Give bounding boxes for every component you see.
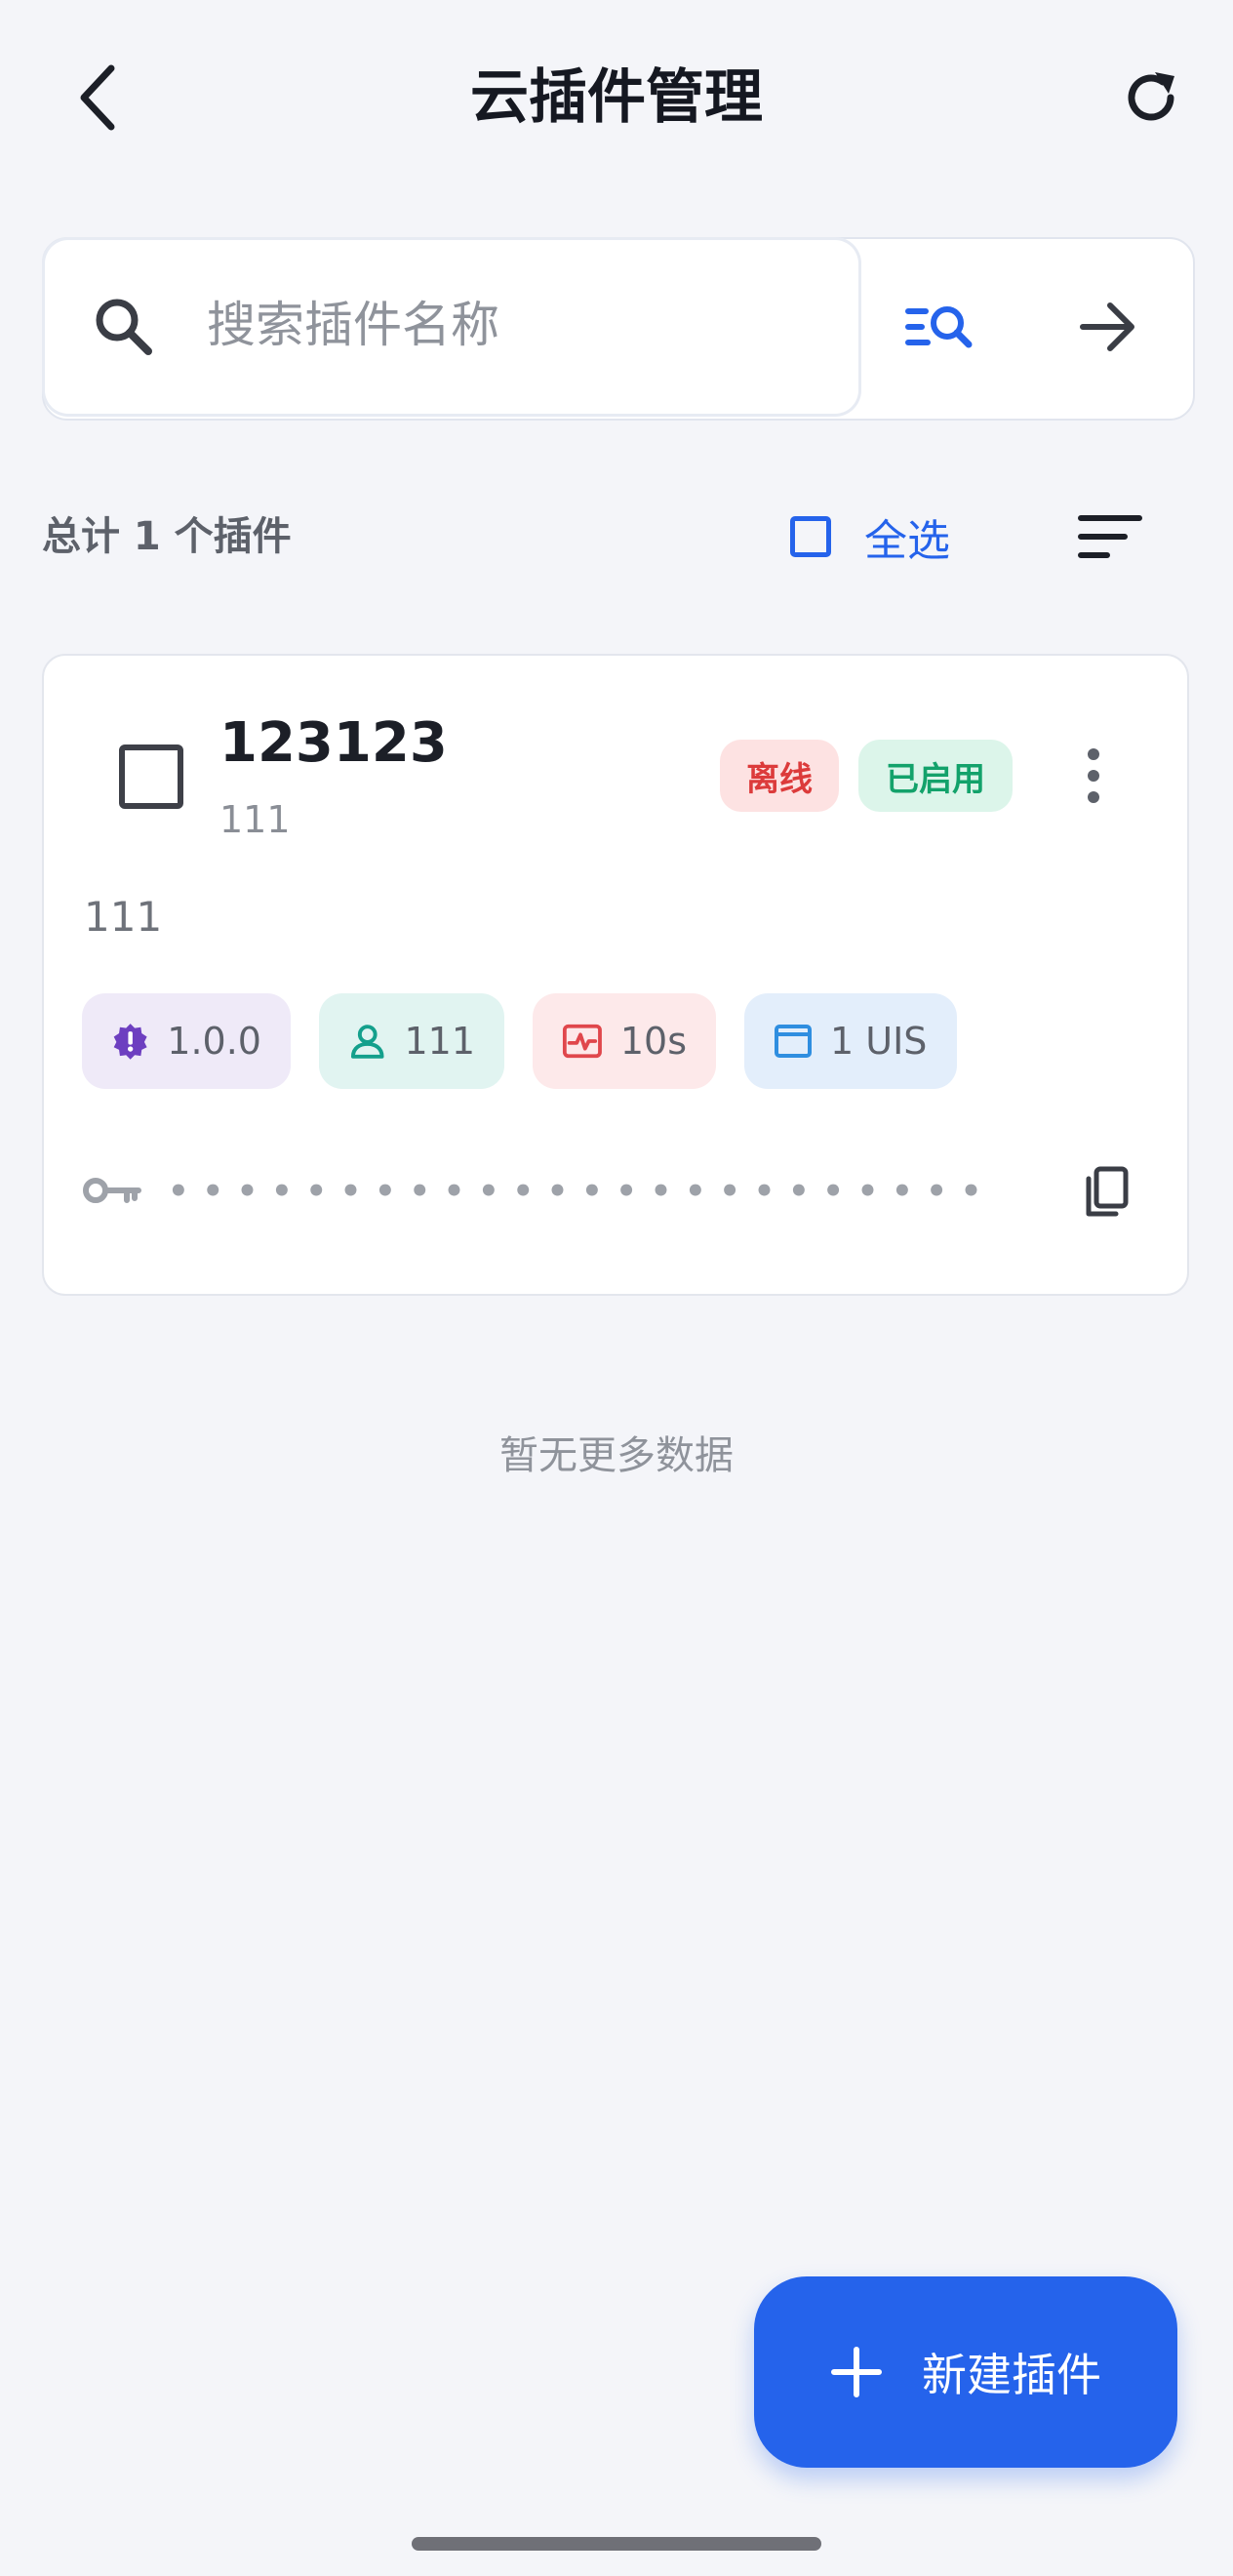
plugin-checkbox[interactable] — [119, 745, 183, 809]
sort-button[interactable] — [1073, 503, 1147, 571]
interval-chip: 10s — [533, 993, 716, 1089]
refresh-icon — [1128, 72, 1174, 121]
plugin-name: 123123 — [219, 711, 448, 775]
search-input[interactable] — [205, 285, 794, 365]
sort-icon — [1078, 515, 1142, 558]
search-icon — [96, 299, 152, 355]
user-icon — [350, 1025, 384, 1059]
plugin-description: 111 — [84, 893, 163, 941]
version-value: 1.0.0 — [167, 1020, 261, 1063]
status-badge-enabled: 已启用 — [858, 740, 1013, 812]
select-all-checkbox[interactable] — [790, 516, 831, 557]
total-count: 总计 1 个插件 — [42, 514, 292, 559]
uis-value: 1 UIS — [830, 1020, 928, 1063]
plus-icon — [831, 2347, 882, 2397]
key-icon — [83, 1178, 141, 1203]
user-chip: 111 — [319, 993, 504, 1089]
status-badge-offline: 离线 — [720, 740, 839, 812]
list-end-text: 暂无更多数据 — [499, 1433, 734, 1478]
arrow-right-icon — [1080, 302, 1134, 351]
new-plugin-label: 新建插件 — [922, 2349, 1101, 2401]
home-indicator — [412, 2537, 821, 2551]
plugin-subtitle: 111 — [219, 798, 291, 841]
advanced-search-button[interactable] — [899, 291, 979, 363]
refresh-button[interactable] — [1110, 57, 1192, 139]
copy-icon — [1086, 1166, 1129, 1217]
more-options-button[interactable] — [1069, 740, 1118, 812]
interval-value: 10s — [619, 1020, 687, 1063]
select-all-label: 全选 — [864, 516, 950, 566]
version-badge-icon — [113, 1024, 147, 1060]
uis-chip: 1 UIS — [744, 993, 957, 1089]
search-submit-button[interactable] — [1069, 291, 1147, 363]
list-search-icon — [905, 306, 973, 348]
more-vertical-icon — [1088, 748, 1099, 803]
version-chip: 1.0.0 — [82, 993, 291, 1089]
select-all-toggle[interactable]: 全选 — [790, 503, 950, 571]
page-title: 云插件管理 — [470, 63, 763, 132]
heartbeat-icon — [562, 1024, 602, 1059]
user-value: 111 — [404, 1020, 475, 1063]
window-icon — [775, 1025, 812, 1058]
new-plugin-button[interactable]: 新建插件 — [754, 2276, 1177, 2468]
api-key-masked: •••••••••••••••••••••••••••••••• — [168, 1172, 977, 1211]
copy-key-button[interactable] — [1077, 1161, 1135, 1224]
